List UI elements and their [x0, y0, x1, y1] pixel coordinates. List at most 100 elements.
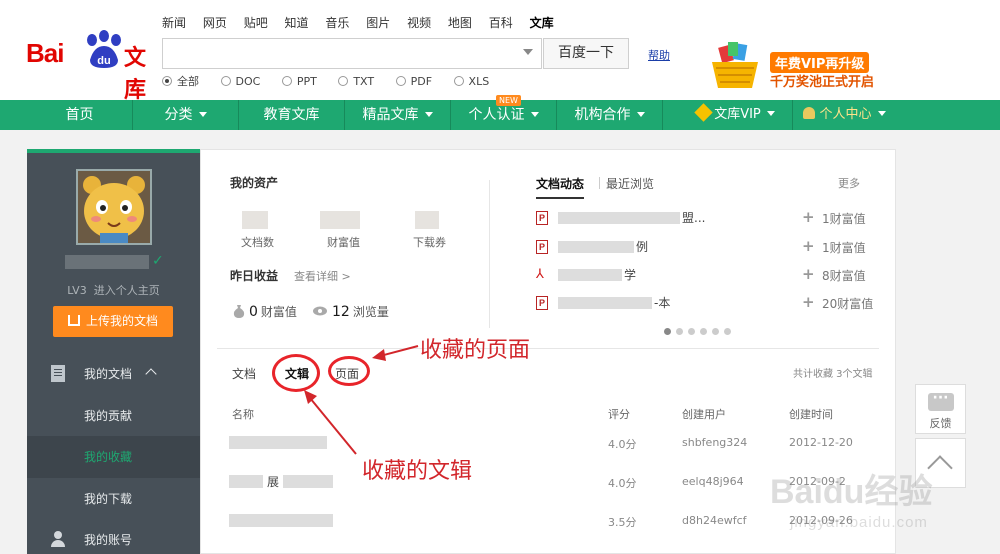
- filter-pdf-label: PDF: [410, 75, 433, 88]
- top-nav-music[interactable]: 音乐: [325, 16, 349, 30]
- personal-home-link[interactable]: 进入个人主页: [94, 284, 160, 297]
- nav-personal-center[interactable]: 个人中心: [793, 100, 896, 130]
- dropdown-caret-icon[interactable]: [523, 49, 533, 55]
- top-nav-wenku[interactable]: 文库: [530, 16, 554, 30]
- divider: [489, 180, 490, 328]
- top-nav-baike[interactable]: 百科: [489, 16, 513, 30]
- tab-doc-activity[interactable]: 文档动态: [536, 175, 585, 199]
- filter-txt[interactable]: TXT: [338, 75, 374, 88]
- list-item[interactable]: ⅄ 学 + 8财富值: [536, 265, 876, 285]
- list-item[interactable]: P 盟... + 1财富值: [536, 208, 876, 228]
- doc-title-blurred: [558, 241, 634, 253]
- views-label: 浏览量: [352, 305, 389, 319]
- view-detail-link[interactable]: 查看详细 >: [294, 268, 351, 284]
- tab-documents[interactable]: 文档: [232, 365, 256, 382]
- doc-title-blurred: [558, 297, 652, 309]
- nav-vip[interactable]: 文库VIP: [686, 100, 786, 130]
- vip-promo-banner[interactable]: 年费VIP再升级 千万奖池正式开启: [700, 38, 900, 94]
- ppt-file-icon: P: [536, 240, 548, 254]
- views-value: 12: [332, 304, 350, 320]
- more-link[interactable]: 更多: [838, 175, 860, 191]
- yesterday-earnings-title: 昨日收益: [230, 269, 279, 283]
- carousel-dot[interactable]: [700, 328, 707, 335]
- feedback-button[interactable]: 反馈: [915, 384, 966, 434]
- nav-premium[interactable]: 精品文库: [345, 100, 450, 130]
- album-name-suffix: 展: [267, 475, 280, 489]
- sidebar-item-account[interactable]: 我的账号: [27, 519, 200, 554]
- main-nav: 首页 分类 教育文库 精品文库 个人认证 NEW 机构合作 文库VIP 个人中心: [0, 95, 1000, 130]
- nav-home-label: 首页: [65, 107, 94, 123]
- assets-title: 我的资产: [230, 176, 279, 190]
- radio-icon: [338, 76, 349, 86]
- nav-divider: [662, 100, 663, 130]
- carousel-dot[interactable]: [664, 328, 671, 335]
- eye-icon: [313, 306, 327, 316]
- carousel-dot[interactable]: [724, 328, 731, 335]
- nav-category-label: 分类: [164, 107, 193, 123]
- verified-check-icon: ✓: [152, 253, 164, 269]
- sidebar-item-account-label: 我的账号: [84, 533, 133, 547]
- top-nav-images[interactable]: 图片: [366, 16, 390, 30]
- carousel-dot[interactable]: [688, 328, 695, 335]
- carousel-dot[interactable]: [712, 328, 719, 335]
- wealth-value: 20财富值: [822, 297, 874, 311]
- chevron-down-icon: [766, 111, 775, 116]
- wealth-earned-label: 财富值: [260, 305, 297, 319]
- watermark-url: jingyan.baidu.com: [790, 514, 928, 531]
- nav-education[interactable]: 教育文库: [239, 100, 344, 130]
- filter-all[interactable]: 全部: [162, 73, 199, 89]
- help-link[interactable]: 帮助: [648, 47, 670, 63]
- nav-institution[interactable]: 机构合作: [557, 100, 662, 130]
- album-user[interactable]: eelq48j964: [682, 475, 744, 488]
- baidu-wenku-logo[interactable]: Bai du 文库: [26, 30, 154, 103]
- baidu-jingyan-watermark: Baidu经验 jingyan.baidu.com: [762, 462, 1000, 554]
- filter-ppt[interactable]: PPT: [281, 75, 317, 88]
- nav-home[interactable]: 首页: [27, 100, 132, 130]
- album-user[interactable]: shbfeng324: [682, 436, 747, 449]
- user-level: LV3: [67, 284, 87, 297]
- chevron-down-icon: [877, 111, 886, 116]
- tab-recent-browse[interactable]: 最近浏览: [606, 175, 654, 192]
- search-input[interactable]: [162, 38, 542, 69]
- avatar[interactable]: [76, 169, 152, 245]
- chevron-down-icon: [198, 112, 207, 117]
- sidebar-item-my-docs[interactable]: 我的文档: [27, 353, 200, 395]
- nav-category[interactable]: 分类: [133, 100, 238, 130]
- carousel-dot[interactable]: [676, 328, 683, 335]
- top-nav-zhidao[interactable]: 知道: [285, 16, 309, 30]
- filter-doc[interactable]: DOC: [220, 75, 260, 88]
- wealth-earned: 0 财富值: [233, 303, 297, 320]
- top-nav-web[interactable]: 网页: [203, 16, 227, 30]
- wealth-earned-value: 0: [249, 304, 258, 320]
- top-nav-tieba[interactable]: 贴吧: [244, 16, 268, 30]
- filter-xls[interactable]: XLS: [453, 75, 489, 88]
- album-user[interactable]: d8h24ewfcf: [682, 514, 747, 527]
- doc-title-suffix: 盟...: [682, 211, 706, 225]
- filter-pdf[interactable]: PDF: [395, 75, 433, 88]
- radio-checked-icon: [162, 76, 172, 86]
- doc-title-suffix: -本: [654, 296, 671, 310]
- promo-title: 年费VIP再升级: [770, 52, 870, 73]
- logo-text-wenku: 文库: [124, 46, 147, 103]
- list-item[interactable]: P 例 + 1财富值: [536, 237, 876, 257]
- sidebar-item-favorites[interactable]: 我的收藏: [27, 436, 200, 478]
- plus-icon: +: [802, 208, 815, 226]
- search-button[interactable]: 百度一下: [543, 38, 629, 69]
- sidebar-item-contributions[interactable]: 我的贡献: [27, 395, 200, 437]
- sidebar-item-downloads[interactable]: 我的下载: [27, 478, 200, 520]
- top-nav-map[interactable]: 地图: [448, 16, 472, 30]
- gift-basket-icon: [712, 42, 758, 88]
- radio-icon: [395, 76, 406, 86]
- upload-doc-button[interactable]: 上传我的文档: [53, 306, 173, 337]
- wealth-value: 8财富值: [822, 269, 866, 283]
- coupon-blurred: [415, 211, 439, 229]
- top-nav-news[interactable]: 新闻: [162, 16, 186, 30]
- plus-icon: +: [802, 237, 815, 255]
- doc-title-blurred: [558, 212, 680, 224]
- chevron-down-icon: [530, 112, 539, 117]
- doc-count-label: 文档数: [241, 236, 274, 249]
- list-item[interactable]: P -本 + 20财富值: [536, 293, 876, 313]
- top-nav-video[interactable]: 视频: [407, 16, 431, 30]
- file-type-filter: 全部 DOC PPT TXT PDF XLS: [162, 73, 507, 89]
- upload-icon: [67, 315, 80, 326]
